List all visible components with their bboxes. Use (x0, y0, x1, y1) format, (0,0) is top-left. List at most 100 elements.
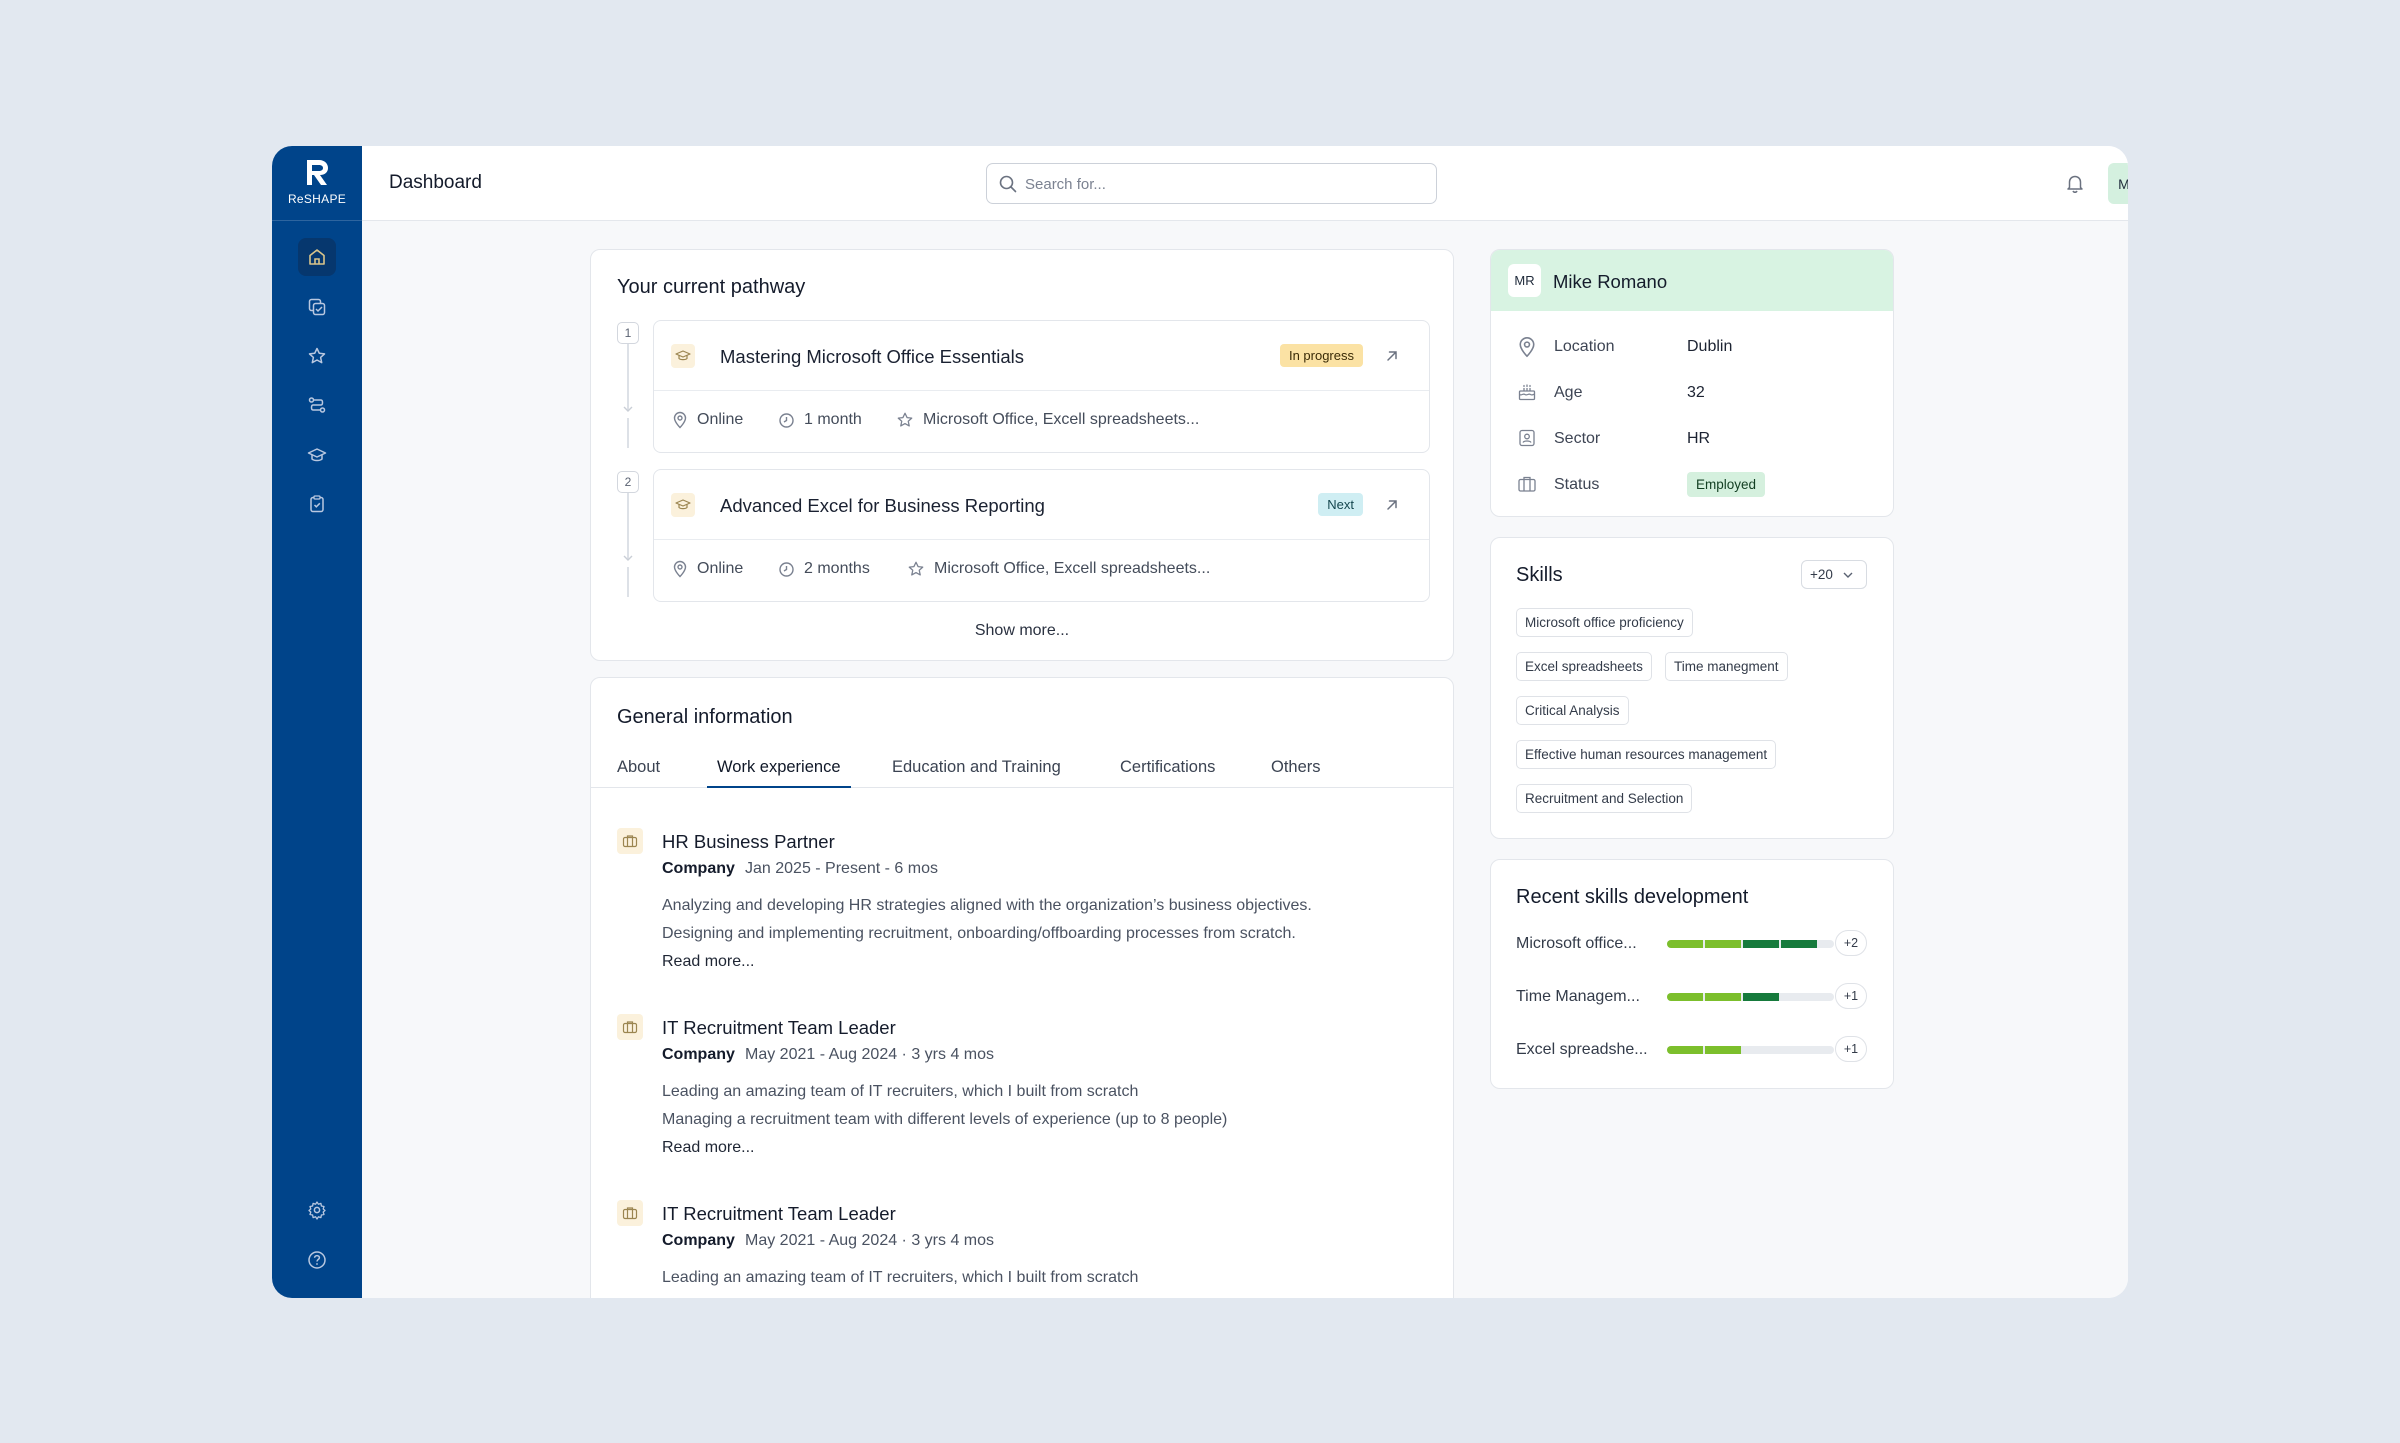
course-meta: Online 2 months Microsoft Office, Excell… (672, 560, 1419, 582)
skill-progress-segment (1781, 940, 1817, 948)
reshape-logo-icon (307, 160, 328, 185)
clipboard-icon (310, 495, 324, 513)
external-link-icon[interactable] (1383, 496, 1401, 514)
home-icon (309, 249, 325, 265)
clock-icon (779, 412, 794, 428)
gear-icon (308, 1201, 326, 1220)
logo[interactable]: ReSHAPE (272, 146, 362, 221)
tab-education-and-training[interactable]: Education and Training (882, 758, 1071, 788)
profile-value: Dublin (1687, 338, 1733, 355)
profile-label: Age (1554, 384, 1583, 401)
read-more-link[interactable]: Read more... (662, 953, 754, 971)
tab-about[interactable]: About (607, 758, 670, 788)
job-company: Company (662, 860, 735, 877)
show-more-link[interactable]: Show more... (591, 622, 1453, 640)
skill-progress-segment (1705, 993, 1741, 1001)
skill-chip[interactable]: Effective human resources management (1516, 740, 1777, 769)
course-title[interactable]: Mastering Microsoft Office Essentials (720, 346, 1024, 368)
status-badge: Employed (1687, 472, 1766, 497)
sidebar-item-assessments[interactable] (298, 485, 336, 523)
course-card[interactable]: Mastering Microsoft Office Essentials In… (653, 320, 1430, 453)
bell-icon (2067, 175, 2083, 194)
briefcase-icon (622, 1207, 638, 1220)
course-skills: Microsoft Office, Excell spreadsheets... (907, 560, 1210, 578)
pathway-icon (308, 397, 326, 413)
skill-progress-delta: +1 (1835, 1036, 1867, 1062)
course-skills-label: Microsoft Office, Excell spreadsheets... (923, 411, 1200, 428)
skill-progress-bar (1667, 1046, 1834, 1054)
skill-progress-name: Excel spreadshe... (1516, 1041, 1648, 1058)
search-box[interactable] (986, 163, 1437, 204)
job-title: IT Recruitment Team Leader (662, 1017, 896, 1038)
sidebar-item-help[interactable] (298, 1241, 336, 1279)
skill-progress-segment (1667, 1046, 1703, 1054)
skill-progress-segment (1743, 940, 1779, 948)
search-input[interactable] (1025, 172, 1415, 196)
id-badge-icon (1519, 429, 1535, 447)
job-title: HR Business Partner (662, 831, 835, 852)
course-card[interactable]: Advanced Excel for Business Reporting Ne… (653, 469, 1430, 602)
graduation-cap-icon (307, 448, 327, 462)
skill-chip[interactable]: Time manegment (1665, 652, 1788, 681)
pathway-card: Your current pathway 1 Mastering Microso… (590, 249, 1454, 661)
skills-more-dropdown[interactable]: +20 (1801, 560, 1867, 589)
step-connector (627, 493, 629, 559)
job-icon (617, 828, 643, 854)
tab-others[interactable]: Others (1261, 758, 1331, 788)
job-description-line: Leading an amazing team of IT recruiters… (662, 1269, 1139, 1286)
location-pin-icon (673, 411, 687, 429)
step-connector (627, 344, 629, 410)
step-number: 2 (617, 471, 639, 493)
profile-row-location: Location Dublin (1517, 334, 1873, 360)
course-duration-label: 2 months (804, 560, 870, 577)
avatar: MR (2108, 163, 2128, 204)
skill-progress-segment (1667, 993, 1703, 1001)
location-pin-icon (1519, 337, 1535, 358)
skill-progress-delta: +1 (1835, 983, 1867, 1009)
course-mode: Online (672, 560, 743, 578)
notifications-button[interactable] (2062, 170, 2088, 196)
star-icon (308, 347, 326, 364)
course-title[interactable]: Advanced Excel for Business Reporting (720, 495, 1045, 517)
status-badge: In progress (1279, 344, 1363, 367)
skill-progress-segment (1667, 940, 1703, 948)
course-mode-label: Online (697, 560, 744, 577)
job-dates: May 2021 - Aug 2024 · 3 yrs 4 mos (745, 1046, 995, 1063)
skill-chip[interactable]: Microsoft office proficiency (1516, 608, 1693, 637)
skill-progress-row: Microsoft office... +2 (1516, 930, 1867, 956)
tab-work-experience[interactable]: Work experience (707, 758, 851, 788)
sidebar-item-home[interactable] (298, 238, 336, 276)
course-icon (671, 344, 695, 368)
general-info-title: General information (617, 706, 793, 728)
step-connector (627, 567, 629, 597)
sidebar-item-favorites[interactable] (298, 337, 336, 375)
logo-text: ReSHAPE (287, 192, 347, 206)
tab-certifications[interactable]: Certifications (1110, 758, 1225, 788)
tasks-icon (308, 298, 326, 316)
cake-icon (1518, 384, 1536, 401)
job-icon (617, 1200, 643, 1226)
skill-chip[interactable]: Critical Analysis (1516, 696, 1629, 725)
sidebar-item-education[interactable] (298, 436, 336, 474)
course-mode: Online (672, 411, 743, 429)
skill-progress-segment (1743, 993, 1779, 1001)
skill-chip[interactable]: Excel spreadsheets (1516, 652, 1652, 681)
job-description-line: Managing a recruitment team with differe… (662, 1111, 1228, 1128)
sidebar-item-tasks[interactable] (298, 288, 336, 326)
job-title: IT Recruitment Team Leader (662, 1203, 896, 1224)
sidebar-item-settings[interactable] (298, 1191, 336, 1229)
step-number: 1 (617, 322, 639, 344)
skill-chip[interactable]: Recruitment and Selection (1516, 784, 1693, 813)
external-link-icon[interactable] (1383, 347, 1401, 365)
graduation-cap-icon (675, 499, 691, 510)
step-connector (627, 418, 629, 448)
sidebar-item-pathways[interactable] (298, 386, 336, 424)
top-bar: Dashboard MR (362, 146, 2128, 221)
briefcase-icon (622, 1021, 638, 1034)
sidebar: ReSHAPE (272, 146, 362, 1298)
user-menu[interactable]: MR (2108, 163, 2128, 204)
briefcase-icon (622, 835, 638, 848)
read-more-link[interactable]: Read more... (662, 1139, 754, 1157)
course-duration-label: 1 month (804, 411, 862, 428)
skill-progress-segment (1705, 940, 1741, 948)
